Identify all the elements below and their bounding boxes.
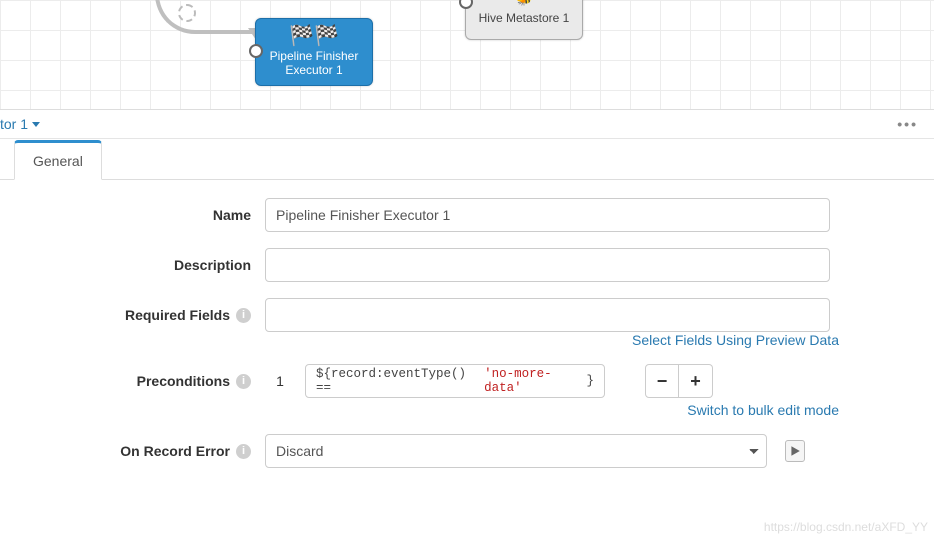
config-tabs: General [0, 139, 934, 180]
hive-icon: 🐝 [470, 0, 578, 9]
precondition-index: 1 [265, 373, 295, 389]
node-title: Hive Metastore 1 [470, 11, 578, 25]
precondition-buttons: − + [645, 364, 713, 398]
stage-selector-label: tor 1 [0, 116, 28, 132]
expr-prefix: ${record:eventType() == [316, 367, 484, 395]
node-hive-metastore[interactable]: 🐝 Hive Metastore 1 [465, 0, 583, 40]
flags-icon: 🏁🏁 [260, 25, 368, 47]
description-input[interactable] [265, 248, 830, 282]
select-fields-link[interactable]: Select Fields Using Preview Data [632, 332, 839, 348]
required-fields-label: Required Fields [125, 307, 230, 323]
stage-selector-dropdown[interactable]: tor 1 [0, 116, 40, 132]
node-pipeline-finisher[interactable]: 🏁🏁 Pipeline Finisher Executor 1 [255, 18, 373, 86]
stage-selector-row: tor 1 ••• [0, 110, 934, 139]
on-record-error-label: On Record Error [120, 443, 230, 459]
watermark: https://blog.csdn.net/aXFD_YY [764, 520, 928, 534]
edge-label-icon [178, 4, 196, 22]
help-icon[interactable]: i [236, 444, 251, 459]
name-label: Name [213, 207, 251, 223]
add-precondition-button[interactable]: + [679, 364, 713, 398]
tab-general[interactable]: General [14, 140, 102, 180]
config-form: Name Description Required Fields i Selec… [0, 180, 934, 468]
on-record-error-select[interactable]: Discard [265, 434, 767, 468]
remove-precondition-button[interactable]: − [645, 364, 679, 398]
pipeline-canvas[interactable]: 🏁🏁 Pipeline Finisher Executor 1 🐝 Hive M… [0, 0, 934, 110]
expr-literal: 'no-more-data' [484, 367, 586, 395]
description-label: Description [174, 257, 251, 273]
node-port[interactable] [249, 44, 263, 58]
node-title: Pipeline Finisher [260, 49, 368, 63]
more-menu-button[interactable]: ••• [897, 116, 918, 132]
preconditions-label: Preconditions [137, 373, 230, 389]
help-icon[interactable]: i [236, 374, 251, 389]
name-input[interactable] [265, 198, 830, 232]
precondition-expression-input[interactable]: ${record:eventType() == 'no-more-data' } [305, 364, 605, 398]
node-subtitle: Executor 1 [260, 63, 368, 77]
preview-button[interactable] [785, 440, 805, 462]
bulk-edit-link[interactable]: Switch to bulk edit mode [687, 402, 839, 418]
required-fields-input[interactable] [265, 298, 830, 332]
play-icon [789, 445, 801, 457]
help-icon[interactable]: i [236, 308, 251, 323]
expr-suffix: } [586, 374, 594, 388]
edge [155, 0, 255, 34]
caret-down-icon [32, 122, 40, 127]
